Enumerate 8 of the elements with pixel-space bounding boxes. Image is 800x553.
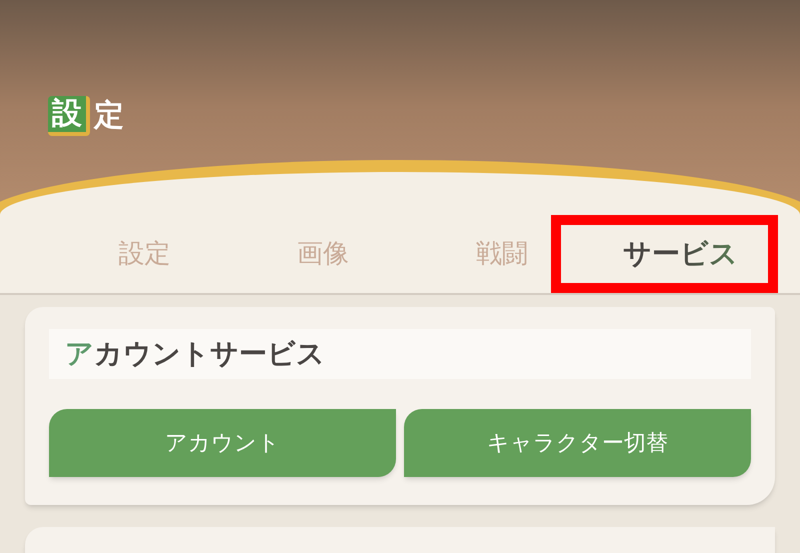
section-heading: アカウントサービス: [65, 337, 325, 370]
page-title: 定: [94, 98, 124, 134]
title-badge: 設: [48, 96, 90, 136]
tab[interactable]: 戦闘: [452, 230, 552, 278]
tab[interactable]: 画像: [273, 230, 374, 278]
service-button[interactable]: キャラクター切替: [404, 409, 751, 477]
service-button[interactable]: アカウント: [49, 409, 396, 477]
tab[interactable]: 設定: [94, 230, 194, 278]
